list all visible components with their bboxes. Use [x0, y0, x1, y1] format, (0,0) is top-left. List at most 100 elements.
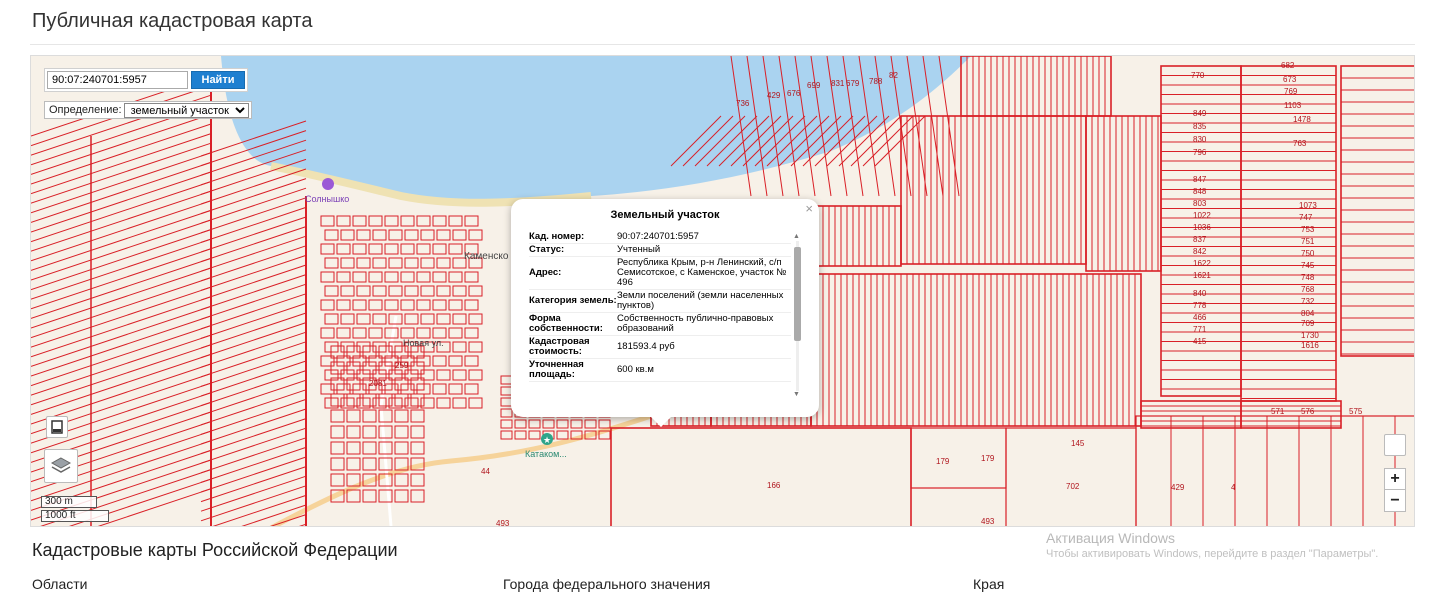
parcel-number-label: 837: [1193, 235, 1207, 244]
parcel-number-label: 166: [767, 481, 781, 490]
parcel-number-label: 259: [395, 361, 409, 370]
parcel-number-label: 576: [1301, 407, 1315, 416]
popup-row-key: Кадастровая стоимость:: [529, 335, 617, 359]
scale-bar: 300 m 1000 ft: [39, 496, 109, 523]
parcel-number-label: 673: [1283, 75, 1297, 84]
parcel-number-label: 493: [496, 519, 510, 527]
title-divider: [30, 44, 1415, 45]
parcel-number-label: 830: [1193, 135, 1207, 144]
popup-row-value: 600 кв.м: [617, 358, 791, 382]
popup-close-button[interactable]: ×: [805, 201, 813, 216]
print-tool-button[interactable]: [46, 416, 68, 438]
popup-row-value: 90:07:240701:5957: [617, 231, 791, 244]
parcel-number-label: 831: [831, 79, 845, 88]
popup-row-value: 181593.4 руб: [617, 335, 791, 359]
parcel-number-label: 847: [1193, 175, 1207, 184]
popup-title: Земельный участок: [610, 209, 720, 221]
parcel-number-label: 493: [981, 517, 995, 526]
scroll-thumb[interactable]: [794, 247, 801, 341]
cadastral-search-input[interactable]: [47, 71, 188, 89]
popup-row-key: Статус:: [529, 243, 617, 257]
parcel-number-label: 736: [736, 99, 750, 108]
popup-row: Уточненная площадь: 600 кв.м: [529, 358, 791, 382]
popup-scrollbar[interactable]: ▲ ▼: [793, 233, 801, 401]
parcel-number-label: 1073: [1299, 201, 1317, 210]
parcel-number-label: 82: [889, 71, 898, 80]
parcel-number-label: 751: [1301, 237, 1315, 246]
zoom-control: + −: [1384, 468, 1406, 512]
parcel-number-label: 753: [1301, 225, 1315, 234]
popup-row: Кад. номер: 90:07:240701:5957: [529, 231, 791, 244]
popup-row-key: Форма собственности:: [529, 312, 617, 336]
section-heading: Кадастровые карты Российской Федерации: [32, 540, 398, 560]
parcel-number-label: 575: [1349, 407, 1363, 416]
parcel-number-label: 788: [869, 77, 883, 86]
parcel-number-label: 803: [1193, 199, 1207, 208]
parcel-number-label: 796: [1193, 148, 1207, 157]
column-heading: Края: [973, 576, 1005, 592]
parcel-number-label: 763: [1293, 139, 1307, 148]
parcel-number-label: 1022: [1193, 211, 1211, 220]
popup-row-key: Адрес:: [529, 256, 617, 290]
poi-label: Солнышко: [305, 194, 349, 204]
parcel-number-label: 840: [1193, 289, 1207, 298]
windows-activation-title: Активация Windows: [1046, 530, 1176, 546]
parcel-number-label: 769: [1284, 87, 1298, 96]
popup-row: Кадастровая стоимость: 181593.4 руб: [529, 335, 791, 359]
zoom-in-button[interactable]: +: [1384, 468, 1406, 490]
parcel-number-label: 804: [1301, 309, 1315, 318]
parcel-number-label: 770: [1191, 71, 1205, 80]
popup-row-key: Категория земель:: [529, 289, 617, 313]
definition-label: Определение:: [49, 104, 122, 116]
parcel-number-label: 709: [1301, 319, 1315, 328]
popup-row: Статус: Учтенный: [529, 243, 791, 257]
popup-row-key: Уточненная площадь:: [529, 358, 617, 382]
parcel-number-label: 466: [1193, 313, 1207, 322]
popup-row-value: Собственность публично-правовых образова…: [617, 312, 791, 336]
print-icon: [51, 420, 63, 434]
windows-activation-subtitle: Чтобы активировать Windows, перейдите в …: [1046, 548, 1379, 560]
parcel-number-label: 835: [1193, 122, 1207, 131]
definition-panel: Определение: земельный участок: [44, 101, 252, 119]
parcel-number-label: 1621: [1193, 271, 1211, 280]
scroll-up-icon[interactable]: ▲: [793, 233, 800, 240]
definition-select[interactable]: земельный участок: [123, 102, 249, 118]
poi-marker[interactable]: [322, 178, 334, 190]
parcel-number-label: 429: [1171, 483, 1185, 492]
popup-row: Адрес: Республика Крым, р-н Ленинский, с/…: [529, 256, 791, 290]
parcel-number-label: 679: [846, 79, 860, 88]
search-panel: Найти: [44, 68, 248, 92]
parcel-number-label: 1478: [1293, 115, 1311, 124]
poi-marker[interactable]: ★: [541, 433, 553, 445]
popup-row-key: Кад. номер:: [529, 231, 617, 244]
parcel-number-label: 1730: [1301, 331, 1319, 340]
parcel-number-label: 179: [936, 457, 950, 466]
popup-row-value: Республика Крым, р-н Ленинский, с/п Семи…: [617, 256, 791, 290]
parcel-number-label: 842: [1193, 247, 1207, 256]
scroll-down-icon[interactable]: ▼: [793, 391, 800, 398]
layers-button[interactable]: [44, 449, 78, 483]
fullscreen-button[interactable]: [1384, 434, 1406, 456]
parcel-number-label: 1036: [1193, 223, 1211, 232]
parcel-number-label: 771: [1193, 325, 1207, 334]
zoom-out-button[interactable]: −: [1384, 490, 1406, 512]
cadastral-map[interactable]: Солнышко ★ Катаком... Новая ул. Каменско…: [30, 55, 1415, 527]
parcel-number-label: 1103: [1284, 101, 1302, 110]
parcel-number-label: 745: [1301, 261, 1315, 270]
parcel-number-label: 676: [787, 89, 801, 98]
poi-label: Катаком...: [525, 449, 567, 459]
parcel-number-label: 415: [1193, 337, 1207, 346]
parcel-number-label: 702: [1066, 482, 1080, 491]
parcel-number-label: 849: [1193, 109, 1207, 118]
find-button[interactable]: Найти: [191, 71, 245, 89]
popup-row: Форма собственности: Собственность публич…: [529, 312, 791, 336]
parcel-info-popup: × Земельный участок Кад. номер: 90:07:240…: [511, 199, 819, 427]
parcel-number-label: 44: [481, 467, 490, 476]
page-title: Публичная кадастровая карта: [32, 10, 313, 32]
parcel-number-label: 768: [1301, 285, 1315, 294]
parcel-number-label: 1616: [1301, 341, 1319, 350]
parcel-number-label: 571: [1271, 407, 1285, 416]
parcel-number-label: 732: [1301, 297, 1315, 306]
popup-row-value: Земли поселений (земли населенных пункто…: [617, 289, 791, 313]
popup-row-value: Учтенный: [617, 243, 791, 257]
